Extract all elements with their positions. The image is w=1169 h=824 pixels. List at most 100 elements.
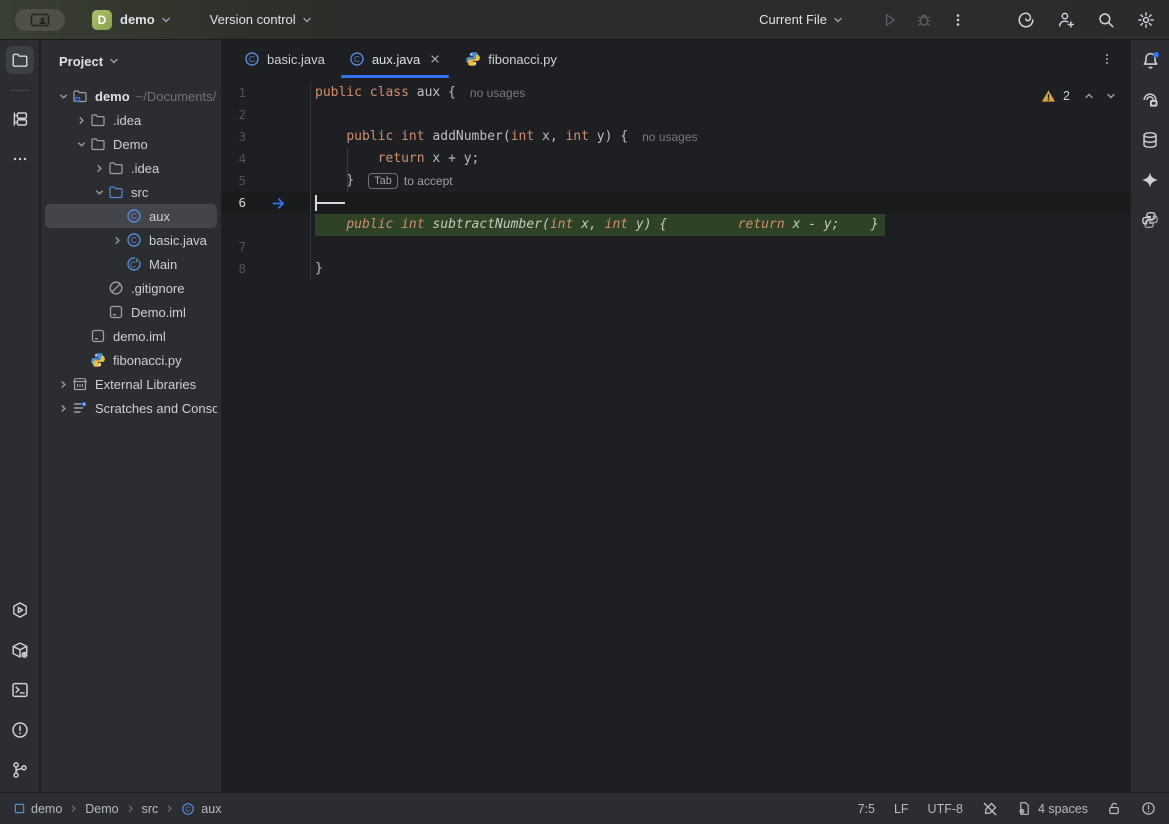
file-encoding[interactable]: UTF-8 [928, 802, 963, 816]
close-icon[interactable] [429, 53, 441, 65]
project-folder-icon [72, 88, 88, 104]
code-text: } [315, 170, 354, 192]
chevron-right-icon [126, 804, 135, 813]
tree-label: basic.java [149, 233, 207, 248]
line-number[interactable]: 1 [222, 82, 246, 104]
more-actions-button[interactable] [948, 10, 968, 30]
tree-label: Scratches and Consoles [95, 401, 217, 416]
tab-aux-java[interactable]: C aux.java [337, 40, 453, 78]
chevron-right-icon[interactable] [54, 379, 72, 390]
add-user-icon [1057, 11, 1075, 29]
tab-fibonacci-py[interactable]: fibonacci.py [453, 40, 569, 78]
tree-item-demo-root[interactable]: demo ~/Documents/ [45, 84, 217, 108]
breadcrumb-demo[interactable]: demo [14, 802, 62, 816]
ai-suggestion-arrow-icon[interactable] [271, 196, 286, 211]
line-number[interactable]: 2 [222, 104, 246, 126]
run-button[interactable] [880, 10, 900, 30]
build-tool-button[interactable] [6, 636, 34, 664]
project-tool-window: Project demo ~/Documents/ .idea Demo .id… [41, 40, 222, 792]
tree-item-fibonacci-py[interactable]: fibonacci.py [45, 348, 217, 372]
line-number[interactable]: 8 [222, 258, 246, 280]
terminal-tool-button[interactable] [6, 676, 34, 704]
search-everywhere-button[interactable] [1096, 10, 1116, 30]
notifications-button[interactable] [1136, 46, 1164, 74]
tree-item-demo-iml-root[interactable]: demo.iml [45, 324, 217, 348]
tree-item-main[interactable]: C Main [45, 252, 217, 276]
chevron-down-icon[interactable] [90, 187, 108, 198]
runnable-class-icon: C [126, 256, 142, 272]
breadcrumb-aux[interactable]: C aux [181, 802, 221, 816]
chevron-down-icon[interactable] [72, 139, 90, 150]
code-text: addNumber( [425, 126, 511, 148]
scratches-icon [72, 400, 88, 416]
code-area[interactable]: 1 public class aux {no usages 2 3 public… [222, 78, 1130, 280]
tree-item-gitignore[interactable]: .gitignore [45, 276, 217, 300]
tree-item-external-libraries[interactable]: External Libraries [45, 372, 217, 396]
inspections-widget[interactable]: 2 [1041, 87, 1120, 105]
project-tool-button[interactable] [6, 46, 34, 74]
vcs-widget[interactable]: Version control [202, 12, 313, 27]
tree-item-demo-iml[interactable]: Demo.iml [45, 300, 217, 324]
python-file-icon [465, 51, 481, 67]
problems-tool-button[interactable] [6, 716, 34, 744]
commit-tool-button[interactable] [6, 105, 34, 133]
project-avatar[interactable]: D [92, 10, 112, 30]
svg-text:C: C [131, 211, 137, 221]
ai-assistant-button[interactable] [1016, 10, 1036, 30]
project-name: demo [120, 12, 155, 27]
right-tool-window-strip [1130, 40, 1169, 792]
tree-label: fibonacci.py [113, 353, 182, 368]
line-number[interactable]: 3 [222, 126, 246, 148]
ai-assistant-tool-button[interactable] [1136, 86, 1164, 114]
chevron-right-icon[interactable] [72, 115, 90, 126]
next-problem-button[interactable] [1102, 87, 1120, 105]
tree-item-demo-folder[interactable]: Demo [45, 132, 217, 156]
inspections-status-button[interactable] [1141, 801, 1156, 816]
python-packages-button[interactable] [1136, 206, 1164, 234]
settings-button[interactable] [1136, 10, 1156, 30]
tab-label: aux.java [372, 52, 420, 67]
tree-item-scratches[interactable]: Scratches and Consoles [45, 396, 217, 420]
tab-basic-java[interactable]: C basic.java [232, 40, 337, 78]
screen-widget-pill[interactable] [15, 9, 65, 31]
more-tool-windows-button[interactable] [6, 145, 34, 173]
line-number[interactable]: 5 [222, 170, 246, 192]
tree-item-basic-java[interactable]: C basic.java [45, 228, 217, 252]
chevron-right-icon[interactable] [90, 163, 108, 174]
line-number[interactable]: 7 [222, 236, 246, 258]
git-tool-button[interactable] [6, 756, 34, 784]
previous-problem-button[interactable] [1080, 87, 1098, 105]
usages-hint[interactable]: no usages [470, 82, 525, 104]
java-class-icon: C [349, 51, 365, 67]
breadcrumb-src[interactable]: src [142, 802, 159, 816]
run-config-label: Current File [759, 12, 827, 27]
usages-hint[interactable]: no usages [642, 126, 697, 148]
project-widget[interactable]: demo [112, 12, 172, 27]
breadcrumb-label: demo [31, 802, 62, 816]
line-separator[interactable]: LF [894, 802, 909, 816]
indent-style-button[interactable]: 4 spaces [1017, 801, 1088, 816]
sparkle-ai-button[interactable] [1136, 166, 1164, 194]
code-text: } [315, 258, 323, 280]
tree-item-idea[interactable]: .idea [45, 108, 217, 132]
highlighting-disabled-button[interactable] [982, 801, 998, 817]
run-configuration-selector[interactable]: Current File [759, 12, 844, 27]
chevron-down-icon[interactable] [54, 91, 72, 102]
tree-item-aux[interactable]: C aux [45, 204, 217, 228]
chevron-right-icon[interactable] [108, 235, 126, 246]
folder-icon [108, 160, 124, 176]
debug-button[interactable] [914, 10, 934, 30]
breadcrumb-Demo[interactable]: Demo [85, 802, 118, 816]
chevron-right-icon[interactable] [54, 403, 72, 414]
tree-item-idea-inner[interactable]: .idea [45, 156, 217, 180]
run-tool-button[interactable] [6, 596, 34, 624]
tree-item-src[interactable]: src [45, 180, 217, 204]
code-with-me-button[interactable] [1056, 10, 1076, 30]
line-number[interactable]: 4 [222, 148, 246, 170]
project-panel-header[interactable]: Project [41, 40, 221, 82]
database-tool-button[interactable] [1136, 126, 1164, 154]
line-number[interactable]: 6 [222, 192, 246, 214]
readonly-toggle[interactable] [1107, 801, 1122, 816]
tab-options-button[interactable] [1100, 52, 1114, 66]
caret-position[interactable]: 7:5 [858, 802, 875, 816]
